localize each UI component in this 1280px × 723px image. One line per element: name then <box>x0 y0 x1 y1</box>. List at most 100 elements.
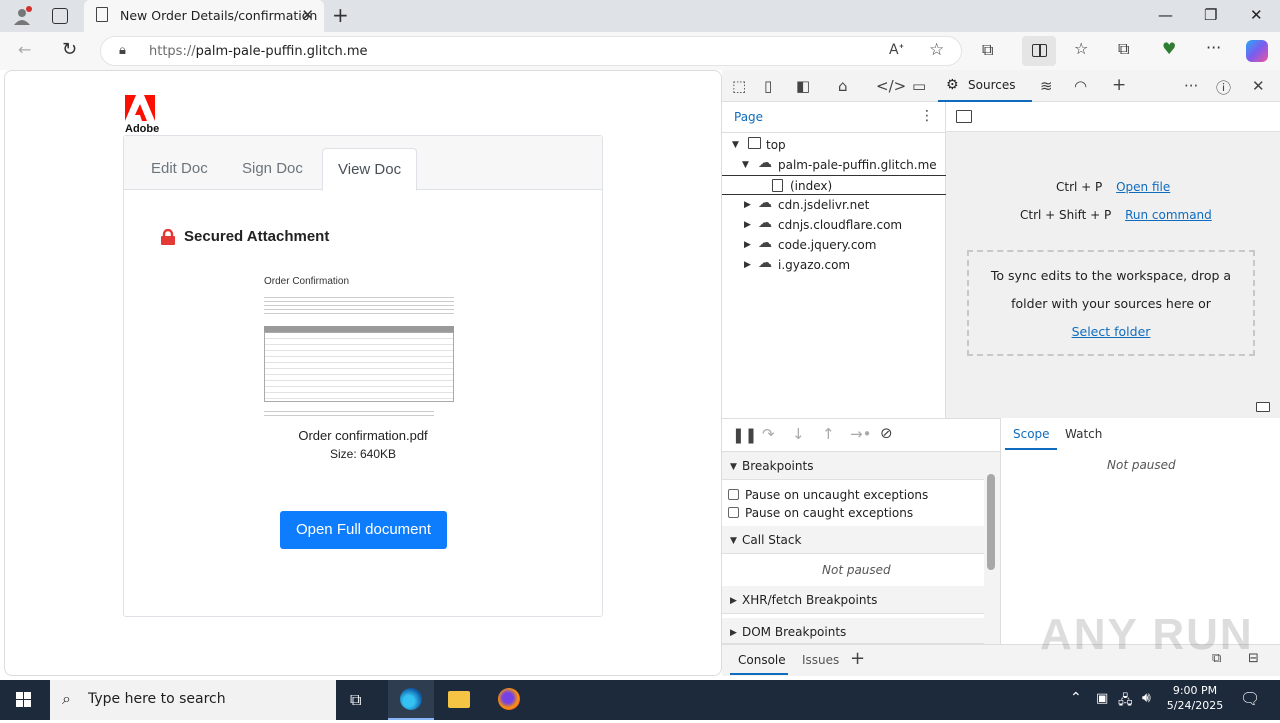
pause-uncaught-checkbox[interactable]: Pause on uncaught exceptions <box>728 488 928 502</box>
toggle-navigator-icon[interactable] <box>956 110 972 123</box>
step-over-icon[interactable]: ↷ <box>762 425 775 443</box>
start-button[interactable] <box>0 680 48 720</box>
taskbar: ⌕ Type here to search ⧉ ⌃ ▣ 🖧︎ 🔊︎ 9:00 P… <box>0 680 1280 720</box>
device-icon[interactable]: ▣ <box>1096 691 1108 706</box>
network-tray-icon[interactable]: 🖧︎ <box>1118 691 1133 713</box>
close-devtools-icon[interactable]: ✕ <box>1252 77 1265 95</box>
tab-sign-doc[interactable]: Sign Doc <box>227 148 318 191</box>
taskbar-search[interactable]: ⌕ Type here to search <box>50 680 336 720</box>
address-bar[interactable]: 🔒︎ https://palm-pale-puffin.glitch.me Aᐩ… <box>100 36 962 66</box>
document-thumbnail[interactable]: Order Confirmation <box>264 276 454 426</box>
tree-label: palm-pale-puffin.glitch.me <box>778 158 937 172</box>
welcome-icon[interactable]: ⌂ <box>838 77 848 95</box>
collapsed-arrow-icon: ▶ <box>730 628 737 638</box>
navigator-menu-icon[interactable]: ⋮ <box>920 108 934 124</box>
split-screen-icon[interactable] <box>1022 36 1056 66</box>
tab-scope[interactable]: Scope <box>1013 427 1050 441</box>
run-command-link[interactable]: Run command <box>1125 208 1212 222</box>
open-file-link[interactable]: Open file <box>1116 180 1170 194</box>
pause-icon[interactable]: ❚❚ <box>732 426 757 444</box>
scrollbar-thumb[interactable] <box>987 474 995 570</box>
shortcut-keys: Ctrl + P <box>1056 180 1103 194</box>
close-window-icon[interactable]: ✕ <box>1250 6 1263 24</box>
extensions-icon[interactable]: ⧉ <box>982 40 993 60</box>
browser-tab[interactable]: New Order Details/confirmation ✕ <box>84 0 324 32</box>
logo-text: Adobe <box>125 123 160 135</box>
tree-label: top <box>766 138 786 152</box>
collections-icon[interactable]: ⧉ <box>1118 39 1129 59</box>
restore-icon[interactable]: ❐ <box>1204 6 1217 24</box>
tree-item-index[interactable]: (index) <box>722 175 946 195</box>
edge-taskbar-button[interactable] <box>388 680 434 720</box>
more-options-icon[interactable]: ··· <box>1206 38 1221 57</box>
volume-icon[interactable]: 🔊︎ <box>1142 690 1151 706</box>
add-tool-icon[interactable]: + <box>1112 75 1126 95</box>
dock-icon[interactable]: ◧ <box>796 77 810 95</box>
tab-actions-icon[interactable] <box>52 8 68 24</box>
refresh-icon[interactable]: ↻ <box>62 39 77 60</box>
web-page: Adobe Edit Doc Sign Doc View Doc Secured… <box>4 70 722 676</box>
add-drawer-tab-icon[interactable]: + <box>850 648 865 669</box>
step-out-icon[interactable]: ↑ <box>822 425 835 443</box>
tab-issues[interactable]: Issues <box>802 653 839 667</box>
debugger-toolbar: ❚❚ ↷ ↓ ↑ →• ⊘ <box>722 418 1000 452</box>
tab-view-doc[interactable]: View Doc <box>322 148 418 191</box>
expand-arrow-icon: ▼ <box>732 140 739 150</box>
profile-icon[interactable] <box>12 6 32 26</box>
back-icon[interactable]: ← <box>18 40 31 59</box>
read-aloud-icon[interactable]: Aᐩ <box>889 42 904 58</box>
pause-caught-checkbox[interactable]: Pause on caught exceptions <box>728 506 913 520</box>
select-folder-link[interactable]: Select folder <box>969 318 1253 346</box>
file-explorer-button[interactable] <box>436 680 482 720</box>
close-tab-icon[interactable]: ✕ <box>301 6 314 24</box>
url-host: palm-pale-puffin.glitch.me <box>195 44 368 59</box>
favorite-icon[interactable]: ☆ <box>929 40 944 60</box>
step-icon[interactable]: →• <box>850 425 871 443</box>
tree-label: code.jquery.com <box>778 238 877 252</box>
tab-edit-doc[interactable]: Edit Doc <box>136 148 223 191</box>
open-full-document-button[interactable]: Open Full document <box>280 511 447 549</box>
checkbox-label: Pause on caught exceptions <box>745 506 914 520</box>
network-icon[interactable]: ≋ <box>1040 77 1053 95</box>
tab-console[interactable]: Console <box>738 653 786 667</box>
tab-watch[interactable]: Watch <box>1065 427 1102 441</box>
inspect-icon[interactable]: ⬚ <box>732 77 746 95</box>
help-icon[interactable]: ⓘ <box>1216 77 1231 98</box>
xhr-breakpoints-section[interactable]: ▶ XHR/fetch Breakpoints <box>722 586 984 614</box>
task-view-icon[interactable]: ⧉ <box>350 690 361 710</box>
copilot-icon[interactable] <box>1246 40 1268 62</box>
firefox-button[interactable] <box>486 680 532 720</box>
title-bar: New Order Details/confirmation ✕ + — ❐ ✕ <box>0 0 1280 32</box>
performance-icon[interactable]: ♥ <box>1162 39 1176 58</box>
url-text[interactable]: https://palm-pale-puffin.glitch.me <box>149 44 368 59</box>
minimize-icon[interactable]: — <box>1158 6 1173 24</box>
more-tools-icon[interactable]: ··· <box>1184 77 1198 95</box>
checkbox-label: Pause on uncaught exceptions <box>745 488 929 502</box>
section-label: DOM Breakpoints <box>742 625 847 639</box>
notifications-icon[interactable]: 🗨︎ <box>1240 689 1260 708</box>
step-into-icon[interactable]: ↓ <box>792 425 805 443</box>
breakpoints-section[interactable]: ▼ Breakpoints <box>722 452 984 480</box>
device-emulation-icon[interactable]: ▯ <box>764 77 772 95</box>
cloud-icon: ☁︎ <box>758 155 772 171</box>
call-stack-section[interactable]: ▼ Call Stack <box>722 526 984 554</box>
collapsed-arrow-icon: ▶ <box>744 220 751 230</box>
lock-icon[interactable]: 🔒︎ <box>119 43 126 58</box>
elements-icon[interactable]: </> <box>876 77 906 95</box>
coverage-icon[interactable] <box>1256 402 1270 412</box>
clock-date: 5/24/2025 <box>1166 699 1224 712</box>
console-icon[interactable]: ▭ <box>912 77 926 95</box>
favorites-icon[interactable]: ☆ <box>1074 39 1088 58</box>
section-label: Call Stack <box>742 533 802 547</box>
section-label: XHR/fetch Breakpoints <box>742 593 878 607</box>
show-hidden-icons[interactable]: ⌃ <box>1070 690 1082 706</box>
tab-sources[interactable]: ⚙ Sources <box>938 70 1032 102</box>
tab-page[interactable]: Page <box>734 110 763 124</box>
deactivate-breakpoints-icon[interactable]: ⊘ <box>880 424 893 442</box>
cloud-icon: ☁︎ <box>758 235 772 251</box>
dom-breakpoints-section[interactable]: ▶ DOM Breakpoints <box>722 618 984 644</box>
workspace-drop-zone[interactable]: To sync edits to the workspace, drop a f… <box>967 250 1255 356</box>
performance-icon[interactable]: ◠ <box>1074 77 1087 95</box>
clock[interactable]: 9:00 PM 5/24/2025 <box>1164 684 1226 712</box>
new-tab-icon[interactable]: + <box>332 3 349 27</box>
